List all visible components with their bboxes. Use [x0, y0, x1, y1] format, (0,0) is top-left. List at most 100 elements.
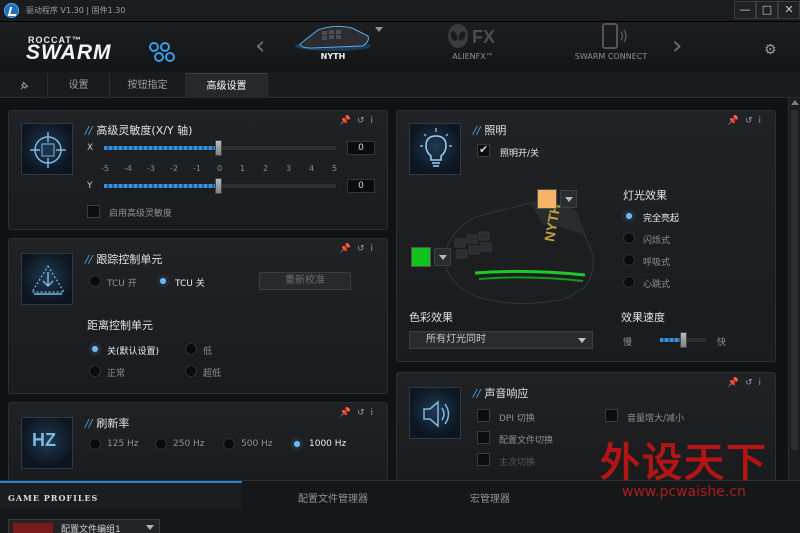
enable-advanced-sensitivity-checkbox[interactable] [87, 205, 100, 218]
scroll-thumb[interactable] [791, 110, 798, 450]
minimize-button[interactable]: — [734, 1, 756, 19]
profile-switch-checkbox[interactable] [477, 431, 490, 444]
device-nyth[interactable]: NYTH [278, 22, 388, 70]
close-button[interactable]: ✕ [778, 1, 800, 19]
tab-pin[interactable] [0, 73, 48, 98]
y-value-field[interactable]: 0 [347, 179, 375, 193]
pin-icon [20, 81, 28, 90]
polling-1000-radio[interactable] [291, 438, 303, 450]
device-swarm-connect[interactable]: SWARM CONNECT [556, 22, 666, 70]
distance-normal-label: 正常 [107, 369, 126, 379]
distance-control-title: 距离控制单元 [87, 319, 153, 332]
distance-off-radio[interactable] [89, 343, 101, 355]
svg-text:FX: FX [472, 27, 495, 47]
effect-heartbeat-radio[interactable] [623, 276, 635, 288]
effect-speed-title: 效果速度 [621, 311, 665, 324]
polling-250-radio[interactable] [155, 438, 167, 450]
device-prev-arrow[interactable]: ‹ [255, 22, 265, 70]
maximize-button[interactable]: □ [756, 1, 778, 19]
scale-label: -3 [147, 164, 155, 173]
y-axis-label: Y [87, 181, 93, 191]
recalibrate-button[interactable]: 重新校准 [259, 272, 351, 290]
gear-icon[interactable]: ⚙ [764, 42, 777, 58]
polling-500-radio[interactable] [223, 438, 235, 450]
x-slider-knob[interactable] [215, 140, 222, 156]
tab-advanced-settings[interactable]: 高级设置 [186, 73, 268, 98]
tcu-on-radio[interactable] [89, 275, 101, 287]
dpi-switch-checkbox[interactable] [477, 409, 490, 422]
polling-125-label: 125 Hz [107, 439, 139, 449]
scroll-up-arrow[interactable] [791, 100, 799, 105]
polling-rate-panel: 📌↺i HZ //刷新率 125 Hz 250 Hz 500 Hz 1000 H… [8, 402, 388, 480]
device-alienfx[interactable]: FX ALIENFX™ [418, 22, 528, 70]
speaker-icon [409, 387, 461, 439]
distance-ultra-low-label: 超低 [203, 369, 222, 379]
effect-breathe-label: 呼吸式 [643, 258, 671, 268]
light-effect-title: 灯光效果 [623, 189, 667, 202]
side-light-color-dropdown[interactable] [434, 248, 451, 266]
tab-settings[interactable]: 设置 [48, 73, 110, 98]
tcu-on-label: TCU 开 [107, 279, 137, 289]
effect-blink-radio[interactable] [623, 232, 635, 244]
game-profiles-label: GAME PROFILES [8, 493, 99, 503]
swarm-logo: SWARM [26, 41, 112, 64]
y-slider-fill [104, 184, 219, 188]
profile-manager-tab[interactable]: 配置文件管理器 [298, 490, 368, 505]
panel-tools[interactable]: 📌↺i [340, 244, 379, 254]
volume-checkbox[interactable] [605, 409, 618, 422]
device-label: SWARM CONNECT [574, 52, 648, 61]
lighting-toggle-label: 照明开/关 [500, 149, 540, 159]
macro-manager-tab[interactable]: 宏管理器 [470, 490, 510, 505]
dpi-switch-label: DPI 切换 [499, 414, 535, 424]
device-dropdown-caret[interactable] [375, 27, 383, 32]
distance-low-radio[interactable] [185, 343, 197, 355]
effect-full-label: 完全亮起 [643, 214, 680, 224]
sensitivity-panel: 📌↺i //高级灵敏度(X/Y 轴) X 0 -5 -4 -3 -2 -1 0 … [8, 110, 388, 230]
distance-ultra-low-radio[interactable] [185, 365, 197, 377]
tcu-off-label: TCU 关 [175, 279, 205, 289]
distance-off-label: 关(默认设置) [107, 347, 160, 357]
header: ROCCAT™ SWARM ‹ NYTH FX ALIENFX™ SWARM C… [0, 22, 800, 72]
primary-secondary-label: 主次切换 [499, 458, 536, 468]
top-light-color-swatch[interactable] [537, 189, 557, 209]
speed-slider-knob[interactable] [680, 332, 687, 348]
effect-full-radio[interactable] [623, 210, 635, 222]
tab-button-assignment[interactable]: 按钮指定 [110, 73, 186, 98]
color-effect-select[interactable]: 所有灯光同时 [409, 331, 593, 349]
swarm-logo-icon [149, 42, 175, 62]
panel-tools[interactable]: 📌↺i [340, 408, 379, 418]
primary-secondary-checkbox[interactable] [477, 453, 490, 466]
panel-tools[interactable]: 📌↺i [728, 378, 767, 388]
lighting-toggle-checkbox[interactable] [477, 143, 490, 157]
game-profiles-tab[interactable]: GAME PROFILES [0, 481, 242, 509]
y-slider-knob[interactable] [215, 178, 222, 194]
scale-label: 2 [263, 164, 269, 173]
hz-icon: HZ [21, 417, 73, 469]
profile-select[interactable]: 配置文件编组1 [8, 519, 160, 533]
panel-tools[interactable]: 📌↺i [728, 116, 767, 126]
watermark: 外设天下 www.pcwaishe.cn [592, 428, 798, 532]
panel-tools[interactable]: 📌↺i [340, 116, 379, 126]
device-next-arrow[interactable]: › [672, 22, 682, 70]
top-light-color-dropdown[interactable] [560, 190, 577, 208]
mouse-image: NYTH [444, 201, 594, 305]
color-effect-title: 色彩效果 [409, 311, 453, 324]
phone-icon [602, 23, 627, 49]
app-icon [4, 3, 19, 18]
x-value-field[interactable]: 0 [347, 141, 375, 155]
side-light-color-swatch[interactable] [411, 247, 431, 267]
scale-label: -5 [101, 164, 109, 173]
distance-normal-radio[interactable] [89, 365, 101, 377]
scale-label: 4 [309, 164, 315, 173]
sound-feedback-title: //声音响应 [473, 387, 529, 400]
sensitivity-title: //高级灵敏度(X/Y 轴) [85, 124, 193, 137]
effect-breathe-radio[interactable] [623, 254, 635, 266]
tcu-off-radio[interactable] [157, 275, 169, 287]
device-label: NYTH [320, 52, 346, 61]
main-scrollbar[interactable] [788, 98, 800, 480]
polling-125-radio[interactable] [89, 438, 101, 450]
watermark-url: www.pcwaishe.cn [622, 484, 746, 500]
alienfx-icon: FX [448, 24, 495, 48]
version-text: 驱动程序 V1.30 | 固件1.30 [26, 6, 126, 15]
lighting-title: //照明 [473, 124, 507, 137]
